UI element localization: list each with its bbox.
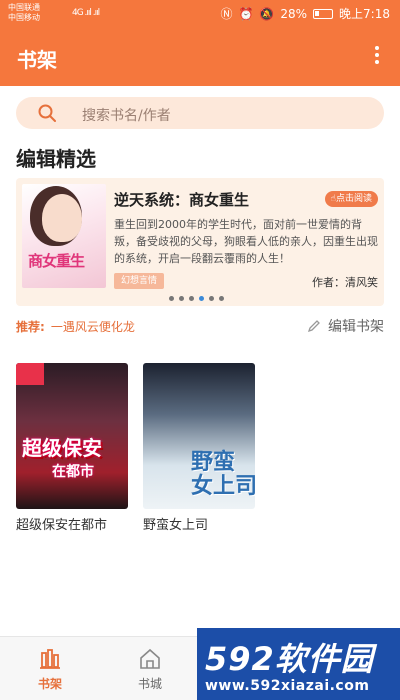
recommend-line[interactable]: 推荐: 一遇风云便化龙 — [16, 318, 135, 335]
featured-book-title: 逆天系统：商女重生 — [114, 191, 250, 209]
app-bar: 书架 — [0, 32, 400, 86]
carrier-1: 中国联通 — [8, 3, 40, 12]
tab-bookshelf-label: 书架 — [37, 677, 62, 691]
featured-book-description: 重生回到2000年的学生时代，面对前一世爱情的背叛，备受歧视的父母，狗眼看人低的… — [114, 218, 378, 265]
tab-bookstore[interactable]: 书城 — [115, 647, 185, 692]
search-icon — [38, 104, 56, 122]
tab-bookstore-label: 书城 — [137, 677, 162, 691]
carrier-2: 中国移动 — [8, 13, 40, 22]
book-title[interactable]: 野蛮女上司 — [143, 514, 255, 533]
search-input[interactable]: 搜索书名/作者 — [82, 105, 171, 125]
clock: 晚上7:18 — [339, 7, 390, 21]
book-cover-title: 超级保安 — [22, 436, 102, 460]
alarm-icon: ⏰ — [238, 7, 254, 21]
battery-percent: 28% — [280, 7, 308, 21]
genre-tag: 幻想言情 — [114, 273, 164, 289]
shelf-book[interactable]: 野蛮 女上司 野蛮女上司 — [143, 363, 255, 533]
carousel-dot[interactable] — [209, 296, 214, 301]
page-title: 书架 — [17, 48, 57, 72]
carousel-dot[interactable] — [179, 296, 184, 301]
more-vertical-icon[interactable] — [374, 46, 380, 68]
section-title-editors-pick: 编辑精选 — [16, 147, 96, 171]
watermark-url: www.592xiazai.com — [205, 678, 370, 694]
book-cover[interactable]: 超级保安 在都市 — [16, 363, 128, 509]
cover-illustration — [42, 194, 82, 242]
watermark-logo-text: 592软件园 — [205, 640, 374, 678]
signal-icon: 4G .ııl .ııl — [72, 8, 100, 18]
carousel-dot[interactable] — [219, 296, 224, 301]
recommend-label: 推荐: — [16, 320, 45, 334]
featured-book-author: 作者：清风笑 — [312, 276, 378, 289]
edit-shelf-button[interactable]: 编辑书架 — [306, 316, 384, 336]
book-title[interactable]: 超级保安在都市 — [16, 514, 128, 533]
carousel-dot[interactable] — [169, 296, 174, 301]
search-bar[interactable]: 搜索书名/作者 — [16, 97, 384, 129]
site-watermark: 592软件园 www.592xiazai.com — [197, 628, 400, 700]
book-cover-title: 野蛮 女上司 — [191, 450, 255, 499]
carrier-info: 中国联通 中国移动 — [8, 3, 40, 23]
featured-cover-title: 商女重生 — [28, 252, 85, 270]
carousel-indicator — [169, 296, 224, 301]
mute-icon: 🔕 — [259, 7, 275, 21]
bookshelf-icon — [40, 649, 60, 669]
recommend-link[interactable]: 一遇风云便化龙 — [51, 320, 135, 334]
tab-bookshelf[interactable]: 书架 — [15, 647, 85, 692]
pencil-icon — [307, 320, 320, 333]
book-cover[interactable]: 野蛮 女上司 — [143, 363, 255, 509]
carousel-dot[interactable] — [199, 296, 204, 301]
edit-shelf-label: 编辑书架 — [328, 319, 384, 335]
book-cover-subtitle: 在都市 — [52, 464, 94, 480]
featured-book-card[interactable]: 商女重生 幻想言情 逆天系统：商女重生 ☝点击阅读 重生回到2000年的学生时代… — [16, 178, 384, 306]
status-right: Ⓝ ⏰ 🔕 28% 晚上7:18 — [220, 6, 390, 22]
home-icon — [140, 648, 160, 669]
battery-icon — [313, 9, 334, 19]
read-now-button[interactable]: ☝点击阅读 — [324, 191, 378, 207]
cover-badge — [16, 363, 44, 385]
featured-book-cover[interactable]: 商女重生 — [22, 184, 106, 288]
shelf-book[interactable]: 超级保安 在都市 超级保安在都市 — [16, 363, 128, 533]
carousel-dot[interactable] — [189, 296, 194, 301]
nfc-icon: Ⓝ — [220, 7, 233, 21]
status-bar: 中国联通 中国移动 4G .ııl .ııl Ⓝ ⏰ 🔕 28% 晚上7:18 — [0, 0, 400, 32]
read-now-label: 点击阅读 — [335, 194, 372, 204]
